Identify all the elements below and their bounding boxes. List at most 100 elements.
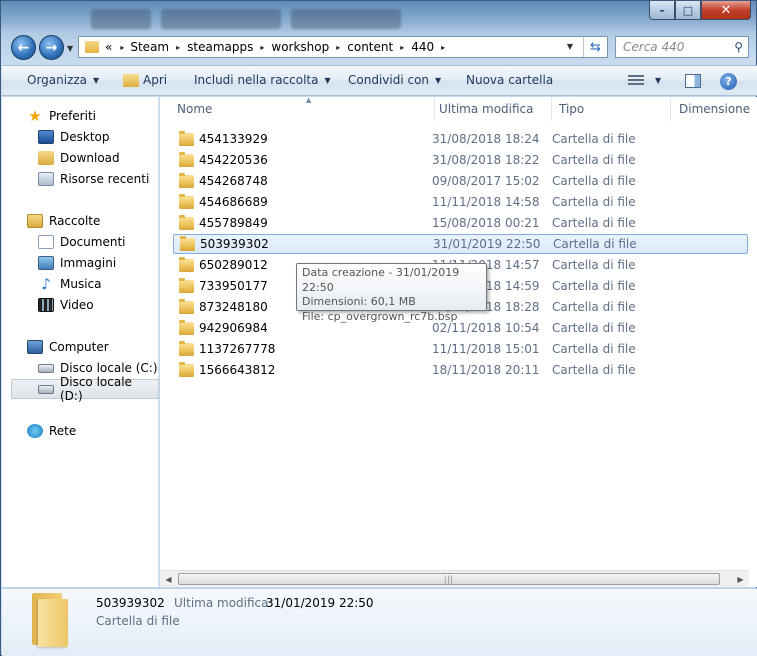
nav-favorites[interactable]: ★ Preferiti <box>27 106 96 126</box>
details-name: 503939302 <box>96 596 165 610</box>
folder-icon <box>179 214 194 230</box>
nav-libraries[interactable]: Raccolte <box>27 211 100 231</box>
chevron-down-icon: ▼ <box>93 75 100 85</box>
nav-pictures[interactable]: Immagini <box>38 253 116 273</box>
grip-icon: │││ <box>443 576 454 584</box>
breadcrumb-separator[interactable]: ▸ <box>336 43 340 52</box>
breadcrumb-separator[interactable]: ▸ <box>441 43 445 52</box>
download-folder-icon <box>38 151 54 165</box>
file-row[interactable]: 1137267778 11/11/2018 15:01 Cartella di fi… <box>173 339 748 359</box>
help-glyph: ? <box>725 75 732 88</box>
folder-icon <box>179 361 194 377</box>
chevron-down-icon: ▼ <box>435 75 442 85</box>
back-arrow-icon: ← <box>17 39 30 56</box>
new-folder-button[interactable]: Nuova cartella <box>466 73 553 87</box>
breadcrumb-separator[interactable]: ▸ <box>260 43 264 52</box>
file-type: Cartella di file <box>552 174 636 188</box>
share-with-button[interactable]: Condividi con ▼ <box>348 73 441 87</box>
horizontal-scrollbar[interactable]: ◀ │││ ▶ <box>160 570 749 587</box>
file-modified: 18/11/2018 20:11 <box>432 363 540 377</box>
folder-icon <box>179 256 194 272</box>
open-folder-icon <box>123 73 139 87</box>
chevron-down-icon[interactable]: ▼ <box>655 76 661 85</box>
nav-label: Disco locale (D:) <box>60 375 132 403</box>
column-header-type[interactable]: Tipo <box>551 97 671 121</box>
file-type: Cartella di file <box>552 258 636 272</box>
file-row[interactable]: 503939302 31/01/2019 22:50 Cartella di fil… <box>173 234 748 254</box>
nav-label: Desktop <box>60 130 110 144</box>
folder-icon <box>179 151 194 167</box>
nav-disk-d[interactable]: Disco locale (D:) <box>11 375 159 403</box>
nav-music[interactable]: ♪ Musica <box>38 274 101 294</box>
close-button[interactable]: ✕ <box>701 1 751 20</box>
chevron-right-icon: ▶ <box>737 574 744 584</box>
scroll-left-button[interactable]: ◀ <box>160 571 177 587</box>
open-button[interactable]: Apri <box>123 73 167 87</box>
file-name: 1566643812 <box>199 363 276 377</box>
file-type: Cartella di file <box>552 300 636 314</box>
file-tooltip: Data creazione - 31/01/2019 22:50 Dimens… <box>296 263 487 323</box>
file-list: ▲ Nome Ultima modifica Tipo Dimensione 4… <box>160 96 757 587</box>
details-type: Cartella di file <box>96 614 180 628</box>
column-header-name[interactable]: ▲ Nome <box>169 96 435 121</box>
breadcrumb-workshop[interactable]: workshop <box>271 40 329 54</box>
folder-icon <box>179 172 194 188</box>
nav-video[interactable]: Video <box>38 295 94 315</box>
breadcrumb-content[interactable]: content <box>347 40 393 54</box>
back-button[interactable]: ← <box>11 35 36 60</box>
nav-documents[interactable]: Documenti <box>38 232 126 252</box>
column-label: Nome <box>177 102 213 116</box>
search-input[interactable]: Cerca 440 ⚲ <box>615 36 749 58</box>
nav-label: Raccolte <box>49 214 101 228</box>
preview-pane-icon[interactable] <box>685 74 701 88</box>
column-header-modified[interactable]: Ultima modifica <box>431 97 552 121</box>
nav-desktop[interactable]: Desktop <box>38 127 110 147</box>
address-history-dropdown[interactable]: ▼ <box>567 42 573 51</box>
large-folder-icon <box>28 593 72 647</box>
file-row[interactable]: 454133929 31/08/2018 18:24 Cartella di fil… <box>173 129 748 149</box>
column-header-size[interactable]: Dimensione <box>671 97 757 121</box>
minimize-button[interactable]: – <box>649 1 675 20</box>
file-row[interactable]: 454220536 31/08/2018 18:22 Cartella di fil… <box>173 150 748 170</box>
file-row[interactable]: 1566643812 18/11/2018 20:11 Cartella di fi… <box>173 360 748 380</box>
nav-computer[interactable]: Computer <box>27 337 109 357</box>
file-modified: 11/11/2018 14:58 <box>432 195 540 209</box>
scrollbar-thumb[interactable]: │││ <box>178 573 720 585</box>
sort-ascending-icon: ▲ <box>306 96 312 104</box>
maximize-button[interactable]: □ <box>675 1 701 20</box>
breadcrumb-separator[interactable]: ▸ <box>176 43 180 52</box>
search-icon[interactable]: ⚲ <box>734 40 743 54</box>
column-label: Tipo <box>559 102 585 116</box>
file-row[interactable]: 454268748 09/08/2017 15:02 Cartella di fil… <box>173 171 748 191</box>
nav-download[interactable]: Download <box>38 148 120 168</box>
help-icon[interactable]: ? <box>720 73 737 90</box>
recent-places-icon <box>38 172 54 186</box>
minimize-icon: – <box>659 3 665 17</box>
refresh-button[interactable]: ⇆ <box>583 37 607 57</box>
breadcrumb-separator[interactable]: ▸ <box>120 43 124 52</box>
breadcrumb-separator[interactable]: ▸ <box>400 43 404 52</box>
title-bar[interactable] <box>1 1 756 31</box>
forward-button[interactable]: → <box>39 35 64 60</box>
folder-icon <box>180 235 195 251</box>
file-row[interactable]: 454686689 11/11/2018 14:58 Cartella di fil… <box>173 192 748 212</box>
computer-icon <box>27 340 43 354</box>
organize-label: Organizza <box>27 73 88 87</box>
chevron-down-icon: ▼ <box>67 44 74 53</box>
breadcrumb-steamapps[interactable]: steamapps <box>187 40 253 54</box>
file-row[interactable]: 455789849 15/08/2018 00:21 Cartella di fil… <box>173 213 748 233</box>
nav-network[interactable]: Rete <box>27 421 76 441</box>
scroll-right-button[interactable]: ▶ <box>732 571 749 587</box>
search-placeholder: Cerca 440 <box>623 40 685 54</box>
folder-icon <box>85 41 99 53</box>
breadcrumb-overflow[interactable]: « <box>105 40 112 54</box>
file-name: 454686689 <box>199 195 268 209</box>
breadcrumb-steam[interactable]: Steam <box>130 40 169 54</box>
organize-button[interactable]: Organizza ▼ <box>27 73 99 87</box>
nav-recent[interactable]: Risorse recenti <box>38 169 149 189</box>
address-bar[interactable]: « ▸ Steam ▸ steamapps ▸ workshop ▸ conte… <box>78 36 608 58</box>
view-options-icon[interactable] <box>628 75 644 87</box>
recent-pages-dropdown[interactable]: ▼ <box>67 44 73 53</box>
include-in-library-button[interactable]: Includi nella raccolta ▼ <box>194 73 331 87</box>
breadcrumb-440[interactable]: 440 <box>411 40 434 54</box>
